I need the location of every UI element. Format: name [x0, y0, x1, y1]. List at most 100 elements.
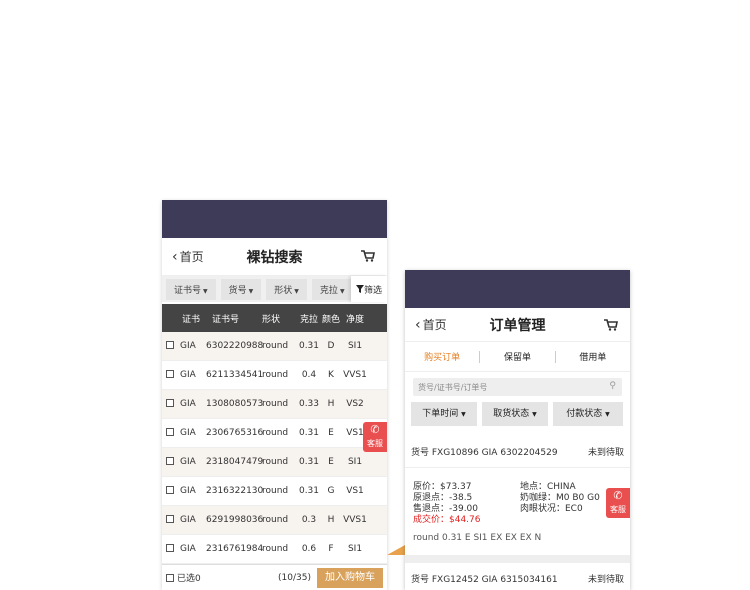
- search-placeholder: 货号/证书号/订单号: [418, 382, 488, 392]
- filter-carat[interactable]: 克拉 ▼: [311, 278, 353, 300]
- row-checkbox-cell: [162, 340, 180, 352]
- back-button[interactable]: ‹ 首页: [415, 316, 447, 333]
- cell-carat: 0.31: [298, 457, 320, 467]
- cell-carat: 0.3: [301, 515, 317, 525]
- cell-cert: 6291998036: [206, 515, 264, 525]
- decorative-wedge: [387, 545, 405, 555]
- cell-carat: 0.31: [298, 341, 320, 351]
- screen-button[interactable]: 筛选: [351, 276, 387, 302]
- table-row[interactable]: GIA 6291998036 round 0.3 H VVS1: [162, 506, 387, 535]
- cell-lab: GIA: [180, 544, 196, 554]
- cell-color: F: [328, 544, 334, 554]
- row-checkbox[interactable]: [166, 398, 174, 407]
- dropdown-pickup-status[interactable]: 取货状态 ▼: [482, 402, 548, 426]
- table-row[interactable]: GIA 2318047479 round 0.31 E SI1: [162, 448, 387, 477]
- col-clarity: 净度: [345, 314, 364, 325]
- phone-icon: ✆: [613, 489, 623, 502]
- filter-shape[interactable]: 形状 ▼: [266, 278, 307, 300]
- caret-down-icon: ▼: [605, 411, 610, 418]
- filter-label: 克拉: [319, 285, 338, 296]
- table-row[interactable]: GIA 2316322130 round 0.31 G VS1: [162, 477, 387, 506]
- cell-lab: GIA: [180, 341, 196, 351]
- dropdown-payment-status[interactable]: 付款状态 ▼: [553, 402, 623, 426]
- caret-down-icon: ▼: [532, 411, 537, 418]
- customer-service-button[interactable]: ✆ 客服: [363, 422, 387, 452]
- cell-clarity: VVS1: [343, 515, 367, 525]
- order-details: 原价：$73.37 原退点：-38.5 售退点：-39.00 成交价：$44.7…: [405, 482, 630, 526]
- back-label: 首页: [422, 318, 447, 332]
- cart-icon[interactable]: [361, 250, 375, 262]
- section-gap: [405, 555, 630, 563]
- cell-shape: round: [262, 399, 289, 409]
- row-checkbox[interactable]: [166, 514, 174, 523]
- cell-color: D: [327, 341, 335, 351]
- order-search-input[interactable]: 货号/证书号/订单号 ⚲: [413, 378, 622, 396]
- cell-clarity: SI1: [347, 544, 363, 554]
- row-checkbox-cell: [162, 456, 180, 468]
- nav-bar: ‹ 首页 裸钻搜索: [162, 238, 387, 276]
- order-header[interactable]: 货号 FXG10896 GIA 6302204529 未到待取: [405, 445, 630, 458]
- customer-service-button[interactable]: ✆ 客服: [606, 488, 630, 518]
- original-rebate: 原退点：-38.5: [413, 493, 473, 503]
- cell-cert: 1308080573: [206, 399, 264, 409]
- col-color: 颜色: [321, 314, 340, 325]
- row-checkbox[interactable]: [166, 485, 174, 494]
- add-to-cart-button[interactable]: 加入购物车: [317, 567, 383, 588]
- tab-borrowed[interactable]: 借用单: [556, 350, 630, 363]
- chevron-left-icon: ‹: [415, 316, 421, 333]
- table-row[interactable]: GIA 6302220988 round 0.31 D SI1: [162, 332, 387, 361]
- funnel-icon: [355, 285, 364, 293]
- row-checkbox[interactable]: [166, 340, 174, 349]
- cell-shape: round: [262, 486, 289, 496]
- page-count: (10/35): [278, 572, 311, 583]
- row-checkbox[interactable]: [166, 369, 174, 378]
- cell-lab: GIA: [180, 457, 196, 467]
- row-checkbox[interactable]: [166, 543, 174, 552]
- cart-icon[interactable]: [604, 319, 618, 331]
- cell-carat: 0.4: [301, 370, 317, 380]
- row-checkbox[interactable]: [166, 427, 174, 436]
- order-status: 未到待取: [587, 575, 624, 585]
- order-status: 未到待取: [587, 448, 624, 458]
- cell-shape: round: [262, 370, 289, 380]
- back-button[interactable]: ‹ 首页: [172, 248, 204, 265]
- cell-carat: 0.31: [298, 428, 320, 438]
- cell-cert: 2318047479: [206, 457, 264, 467]
- screen-label: 筛选: [363, 285, 382, 296]
- cell-shape: round: [262, 457, 289, 467]
- tab-purchase-orders[interactable]: 购买订单: [405, 350, 479, 363]
- filter-label: 形状: [274, 285, 293, 296]
- filter-stock[interactable]: 货号 ▼: [220, 278, 262, 300]
- cell-clarity: SI1: [347, 457, 363, 467]
- table-row[interactable]: GIA 2316761984 round 0.6 F SI1: [162, 535, 387, 564]
- row-checkbox-cell: [162, 485, 180, 497]
- dropdown-bar: 下单时间 ▼ 取货状态 ▼ 付款状态 ▼: [405, 402, 630, 426]
- sale-rebate: 售退点：-39.00: [413, 504, 479, 514]
- phone-icon: ✆: [370, 423, 380, 436]
- cell-color: H: [327, 399, 335, 409]
- price-column: 原价：$73.37 原退点：-38.5 售退点：-39.00 成交价：$44.7…: [413, 482, 520, 526]
- tab-reserved[interactable]: 保留单: [480, 350, 554, 363]
- filter-bar: 证书号 ▼ 货号 ▼ 形状 ▼ 克拉 ▼ 筛选: [162, 276, 387, 302]
- table-row[interactable]: GIA 2306765316 round 0.31 E VS1: [162, 419, 387, 448]
- cell-color: E: [328, 457, 334, 467]
- table-row[interactable]: GIA 6211334541 round 0.4 K VVS1: [162, 361, 387, 390]
- col-carat: 克拉: [299, 314, 318, 325]
- cell-lab: GIA: [180, 370, 196, 380]
- row-checkbox[interactable]: [166, 456, 174, 465]
- status-bar: [162, 200, 387, 238]
- select-all[interactable]: 已选0: [162, 571, 201, 584]
- order-number: 货号 FXG10896 GIA 6302204529: [411, 448, 558, 458]
- filter-cert[interactable]: 证书号 ▼: [166, 278, 216, 300]
- table-row[interactable]: GIA 1308080573 round 0.33 H VS2: [162, 390, 387, 419]
- cell-cert: 2316761984: [206, 544, 264, 554]
- checkbox[interactable]: [166, 573, 174, 582]
- order-management-screen: ‹ 首页 订单管理 购买订单 保留单 借用单 货号/证书号/订单号 ⚲ 下单时间…: [405, 270, 630, 590]
- dropdown-order-time[interactable]: 下单时间 ▼: [411, 402, 477, 426]
- row-checkbox-cell: [162, 543, 180, 555]
- order-header[interactable]: 货号 FXG12452 GIA 6315034161 未到待取: [405, 572, 630, 585]
- search-icon[interactable]: ⚲: [609, 381, 616, 391]
- col-lab: 证书: [182, 314, 201, 325]
- caret-down-icon: ▼: [461, 411, 466, 418]
- chevron-left-icon: ‹: [172, 248, 178, 265]
